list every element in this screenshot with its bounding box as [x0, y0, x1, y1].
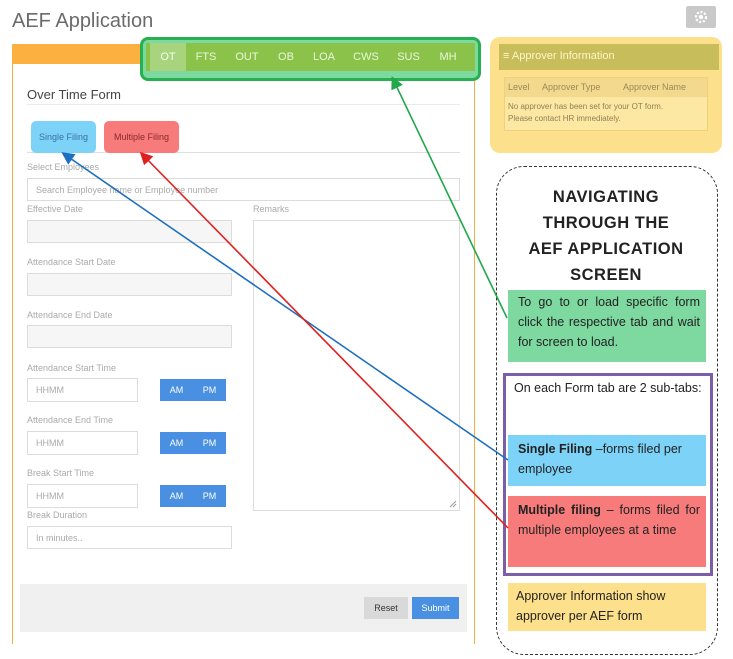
- tab-sus[interactable]: SUS: [388, 43, 429, 71]
- tab-mh[interactable]: MH: [429, 43, 467, 71]
- app-title: AEF Application: [12, 10, 154, 32]
- effective-date-input[interactable]: [27, 220, 232, 243]
- guide-single-filing-note: Single Filing –forms filed per employee: [508, 435, 706, 486]
- attendance-end-date-label: Attendance End Date: [27, 310, 113, 320]
- remarks-label: Remarks: [253, 204, 290, 214]
- approver-header-title: ≡ Approver Information: [503, 50, 615, 62]
- subtab-multiple-filing[interactable]: Multiple Filing: [104, 121, 179, 153]
- approver-table-header: Level Approver Type Approver Name: [505, 78, 707, 97]
- attendance-end-time-label: Attendance End Time: [27, 415, 114, 425]
- reset-button[interactable]: Reset: [364, 597, 408, 619]
- guide-title-line: SCREEN: [570, 266, 642, 284]
- tab-ob[interactable]: OB: [268, 43, 304, 71]
- break-duration-input[interactable]: In minutes..: [27, 526, 232, 549]
- submit-button[interactable]: Submit: [412, 597, 459, 619]
- break-duration-label: Break Duration: [27, 510, 88, 520]
- approver-message-line: Please contact HR immediately.: [508, 114, 621, 123]
- column-level: Level: [508, 82, 530, 92]
- tab-out[interactable]: OUT: [226, 43, 268, 71]
- effective-date-label: Effective Date: [27, 204, 83, 214]
- am-button[interactable]: AM: [160, 379, 193, 401]
- guide-approver-note: Approver Information show approver per A…: [508, 583, 706, 631]
- guide-subtabs-intro: On each Form tab are 2 sub-tabs:: [514, 381, 702, 395]
- form-tabs: OT FTS OUT OB LOA CWS SUS MH: [146, 43, 475, 71]
- tab-ot[interactable]: OT: [150, 43, 186, 71]
- attendance-start-time-input[interactable]: HHMM: [27, 378, 138, 402]
- list-icon: ≡: [503, 50, 510, 62]
- resize-handle-icon[interactable]: [449, 500, 457, 508]
- guide-title-line: AEF APPLICATION: [528, 240, 684, 258]
- guide-title-line: THROUGH THE: [542, 214, 670, 232]
- gear-icon-glyph: [694, 10, 708, 24]
- subtab-single-filing[interactable]: Single Filing: [31, 121, 96, 153]
- guide-tabs-note: To go to or load specific form click the…: [508, 290, 706, 362]
- approver-message-line: No approver has been set for your OT for…: [508, 102, 664, 111]
- break-start-time-label: Break Start Time: [27, 468, 95, 478]
- pm-button[interactable]: PM: [193, 379, 226, 401]
- pm-button[interactable]: PM: [193, 485, 226, 507]
- employee-search-input[interactable]: Search Employee name or Employee number: [27, 178, 460, 201]
- attendance-start-date-label: Attendance Start Date: [27, 257, 116, 267]
- attendance-end-ampm-toggle: AM PM: [160, 432, 226, 454]
- column-approver-type: Approver Type: [542, 82, 601, 92]
- am-button[interactable]: AM: [160, 432, 193, 454]
- guide-single-keyword: Single Filing: [518, 442, 593, 456]
- tab-loa[interactable]: LOA: [304, 43, 344, 71]
- tab-cws[interactable]: CWS: [344, 43, 388, 71]
- break-start-time-input[interactable]: HHMM: [27, 484, 138, 508]
- divider: [27, 104, 460, 105]
- am-button[interactable]: AM: [160, 485, 193, 507]
- attendance-end-date-input[interactable]: [27, 325, 232, 348]
- guide-multiple-keyword: Multiple filing: [518, 503, 601, 517]
- attendance-start-time-label: Attendance Start Time: [27, 363, 117, 373]
- guide-title-line: NAVIGATING: [552, 188, 660, 206]
- select-employees-label: Select Employees: [27, 162, 100, 172]
- attendance-end-time-input[interactable]: HHMM: [27, 431, 138, 455]
- guide-title: NAVIGATING THROUGH THE AEF APPLICATION S…: [506, 184, 706, 288]
- approver-header-label: Approver Information: [511, 50, 615, 62]
- form-title: Over Time Form: [27, 87, 121, 102]
- remarks-textarea[interactable]: [253, 220, 460, 511]
- guide-multiple-filing-note: Multiple filing – forms filed for multip…: [508, 496, 706, 567]
- attendance-start-ampm-toggle: AM PM: [160, 379, 226, 401]
- break-start-ampm-toggle: AM PM: [160, 485, 226, 507]
- attendance-start-date-input[interactable]: [27, 273, 232, 296]
- tab-fts[interactable]: FTS: [186, 43, 226, 71]
- pm-button[interactable]: PM: [193, 432, 226, 454]
- column-approver-name: Approver Name: [623, 82, 687, 92]
- gear-icon[interactable]: [686, 6, 716, 28]
- approver-message: No approver has been set for your OT for…: [508, 101, 708, 125]
